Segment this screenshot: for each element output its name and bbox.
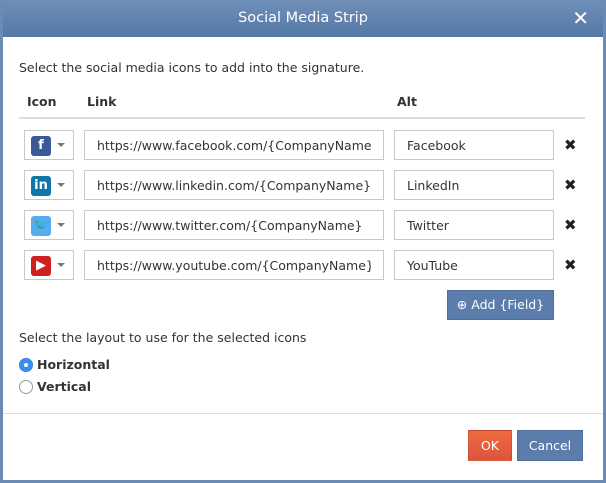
divider [19,117,585,119]
column-link: Link [87,94,117,109]
column-icon: Icon [27,94,57,109]
delete-row-icon[interactable]: ✖ [564,216,577,234]
alt-input[interactable] [394,250,554,280]
plus-circle-icon: ⊕ [456,297,468,312]
link-input[interactable] [84,130,384,160]
radio-vertical[interactable] [19,380,33,394]
chevron-down-icon [57,143,65,147]
layout-prompt: Select the layout to use for the selecte… [19,330,307,345]
chevron-down-icon [57,223,65,227]
link-input[interactable] [84,210,384,240]
close-icon[interactable]: ✕ [572,0,589,37]
twitter-icon: 🐦 [31,216,51,236]
column-alt: Alt [397,94,417,109]
dialog: Social Media Strip ✕ Select the social m… [0,0,606,483]
delete-row-icon[interactable]: ✖ [564,176,577,194]
chevron-down-icon [57,263,65,267]
youtube-icon: ▶ [31,256,51,276]
radio-label: Vertical [37,379,92,394]
dialog-title: Social Media Strip [238,10,368,26]
ok-button[interactable]: OK [468,430,512,461]
dialog-header: Social Media Strip ✕ [3,0,603,37]
link-input[interactable] [84,170,384,200]
icon-select[interactable]: in [24,170,74,200]
add-field-button[interactable]: ⊕ Add {Field} [447,290,554,320]
intro-text: Select the social media icons to add int… [19,60,365,75]
alt-input[interactable] [394,130,554,160]
alt-input[interactable] [394,170,554,200]
chevron-down-icon [57,183,65,187]
facebook-icon: f [31,136,51,156]
alt-input[interactable] [394,210,554,240]
radio-horizontal[interactable] [19,358,33,372]
icon-select[interactable]: f [24,130,74,160]
radio-label: Horizontal [37,357,110,372]
delete-row-icon[interactable]: ✖ [564,136,577,154]
icon-select[interactable]: ▶ [24,250,74,280]
icon-select[interactable]: 🐦 [24,210,74,240]
delete-row-icon[interactable]: ✖ [564,256,577,274]
add-field-label: Add {Field} [471,297,545,312]
footer-divider [3,413,603,414]
linkedin-icon: in [31,176,51,196]
cancel-button[interactable]: Cancel [517,430,583,461]
link-input[interactable] [84,250,384,280]
